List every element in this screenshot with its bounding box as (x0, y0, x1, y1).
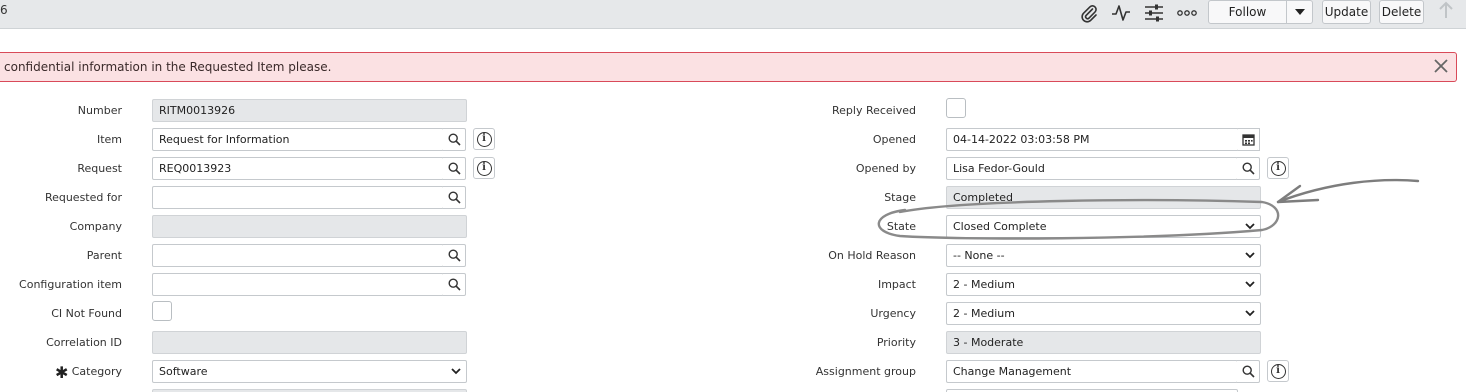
item-label: Item (96, 133, 122, 146)
stage-label: Stage (884, 191, 916, 204)
assignment-group-field[interactable]: Change Management (946, 360, 1238, 383)
request-info-button[interactable]: i (473, 157, 495, 179)
chevron-down-icon (1245, 310, 1255, 317)
opened-label: Opened (872, 133, 916, 146)
assignment-group-label: Assignment group (815, 365, 916, 378)
impact-value: 2 - Medium (953, 278, 1015, 291)
assignment-group-lookup-button[interactable] (1237, 360, 1260, 383)
on-hold-reason-value: -- None -- (953, 249, 1005, 262)
form-header: 6 Follow Update Delete (0, 0, 1466, 29)
calendar-icon (1242, 134, 1255, 146)
requested-for-lookup-button[interactable] (443, 186, 466, 209)
correlation-id-field (152, 331, 467, 354)
priority-label: Priority (876, 336, 916, 349)
search-icon (447, 191, 461, 204)
follow-dropdown-button[interactable] (1286, 0, 1313, 24)
update-button-label: Update (1324, 5, 1369, 19)
correlation-id-label: Correlation ID (46, 336, 122, 349)
chevron-down-icon (451, 368, 461, 375)
chevron-down-icon (1245, 252, 1255, 259)
state-label: State (886, 220, 916, 233)
opened-by-label: Opened by (855, 162, 916, 175)
opened-field[interactable]: 04-14-2022 03:03:58 PM (946, 128, 1239, 151)
ci-not-found-label: CI Not Found (51, 307, 122, 320)
reply-received-label: Reply Received (831, 104, 916, 117)
search-icon (447, 249, 461, 262)
impact-select[interactable]: 2 - Medium (946, 273, 1261, 296)
opened-by-lookup-button[interactable] (1237, 157, 1260, 180)
sliders-icon[interactable] (1141, 1, 1167, 25)
info-icon: i (476, 160, 492, 176)
priority-field: 3 - Moderate (946, 331, 1261, 354)
scroll-up-arrow-icon[interactable] (1436, 1, 1456, 23)
search-icon (1241, 162, 1255, 175)
urgency-select[interactable]: 2 - Medium (946, 302, 1261, 325)
delete-button[interactable]: Delete (1379, 0, 1424, 24)
configuration-item-lookup-button[interactable] (443, 273, 466, 296)
caret-down-icon (1294, 9, 1305, 15)
opened-calendar-button[interactable] (1238, 128, 1260, 151)
requested-for-label: Requested for (44, 191, 122, 204)
configuration-item-field[interactable] (152, 273, 444, 296)
urgency-value: 2 - Medium (953, 307, 1015, 320)
item-field[interactable]: Request for Information (152, 128, 444, 151)
configuration-item-label: Configuration item (19, 278, 122, 291)
assignment-group-info-button[interactable]: i (1267, 360, 1289, 382)
parent-label: Parent (86, 249, 122, 262)
on-hold-reason-label: On Hold Reason (828, 249, 916, 262)
form-title: 6 (0, 3, 8, 17)
reply-received-checkbox[interactable] (946, 98, 966, 118)
ci-not-found-checkbox[interactable] (152, 301, 172, 321)
number-label: Number (77, 104, 122, 117)
close-icon[interactable] (1431, 58, 1451, 78)
stage-field: Completed (946, 186, 1261, 209)
company-label: Company (69, 220, 122, 233)
info-icon: i (476, 131, 492, 147)
paperclip-icon[interactable] (1076, 1, 1102, 25)
chevron-down-icon (1245, 223, 1255, 230)
number-field: RITM0013926 (152, 99, 467, 122)
info-icon: i (1270, 160, 1286, 176)
impact-label: Impact (877, 278, 916, 291)
category-select[interactable]: Software (152, 360, 467, 383)
update-button[interactable]: Update (1322, 0, 1371, 24)
chevron-down-icon (1245, 281, 1255, 288)
urgency-label: Urgency (870, 307, 916, 320)
category-label: Category (71, 365, 122, 378)
request-field[interactable]: REQ0013923 (152, 157, 444, 180)
error-alert: confidential information in the Requeste… (0, 52, 1457, 82)
search-icon (447, 162, 461, 175)
opened-by-info-button[interactable]: i (1267, 157, 1289, 179)
on-hold-reason-select[interactable]: -- None -- (946, 244, 1261, 267)
item-info-button[interactable]: i (473, 128, 495, 150)
opened-by-field[interactable]: Lisa Fedor-Gould (946, 157, 1238, 180)
parent-lookup-button[interactable] (443, 244, 466, 267)
parent-field[interactable] (152, 244, 444, 267)
follow-button-label: Follow (1228, 5, 1267, 19)
delete-button-label: Delete (1381, 5, 1422, 19)
activity-stream-icon[interactable] (1108, 1, 1134, 25)
state-value: Closed Complete (953, 220, 1047, 233)
info-icon: i (1270, 363, 1286, 379)
search-icon (1241, 365, 1255, 378)
category-value: Software (159, 365, 208, 378)
requested-for-field[interactable] (152, 186, 444, 209)
follow-button[interactable]: Follow (1208, 0, 1287, 24)
alert-message: confidential information in the Requeste… (4, 60, 332, 74)
company-field (152, 215, 467, 238)
mandatory-asterisk-icon: ✱ (55, 363, 69, 382)
search-icon (447, 278, 461, 291)
request-label: Request (77, 162, 122, 175)
request-lookup-button[interactable] (443, 157, 466, 180)
item-lookup-button[interactable] (443, 128, 466, 151)
state-select[interactable]: Closed Complete (946, 215, 1261, 238)
more-options-icon[interactable] (1174, 1, 1200, 25)
search-icon (447, 133, 461, 146)
